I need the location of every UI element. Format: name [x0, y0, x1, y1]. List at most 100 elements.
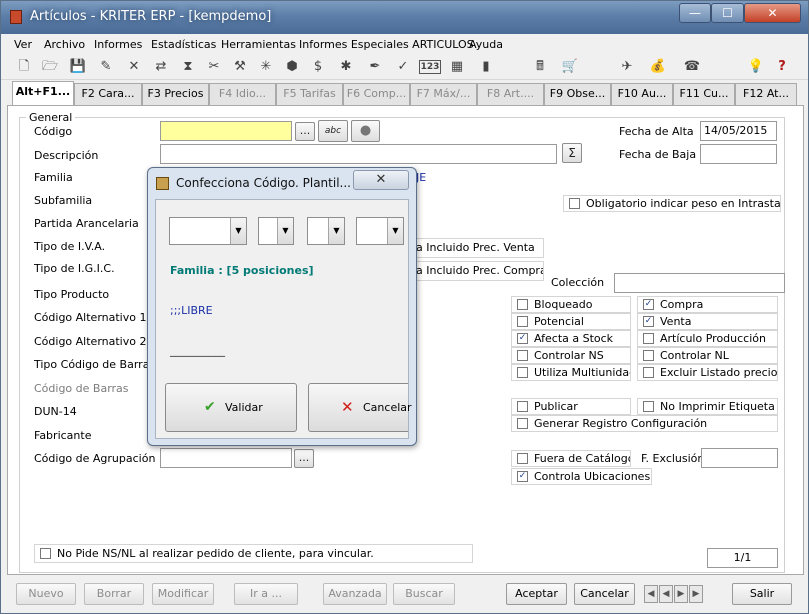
last-record-icon[interactable]: ▶	[689, 585, 703, 603]
numeric-icon[interactable]: 123	[419, 60, 441, 74]
chevron-down-icon[interactable]: ▼	[230, 218, 246, 244]
potencial-checkbox[interactable]: Potencial	[511, 313, 631, 330]
cancelar-button[interactable]: Cancelar	[574, 583, 635, 605]
controlar-nl-checkbox[interactable]: Controlar NL	[637, 347, 778, 364]
multiunidad-box[interactable]	[517, 367, 528, 378]
menu-ayuda[interactable]: Ayuda	[469, 38, 503, 51]
publicar-checkbox[interactable]: Publicar	[511, 398, 631, 415]
generar-registro-checkbox[interactable]: Generar Registro Configuración	[511, 415, 778, 432]
articulo-produccion-box[interactable]	[643, 333, 654, 344]
phone-icon[interactable]: ☎	[683, 58, 701, 76]
excluir-listado-box[interactable]	[643, 367, 654, 378]
maximize-button[interactable]: ☐	[711, 3, 744, 23]
title-bar[interactable]: Artículos - KRITER ERP - [kempdemo] — ☐ …	[1, 1, 808, 34]
money-bag-icon[interactable]: 💰	[649, 58, 667, 76]
filter-icon[interactable]: ✳	[257, 58, 275, 76]
no-pide-ns-checkbox[interactable]: No Pide NS/NL al realizar pedido de clie…	[34, 544, 473, 563]
lightbulb-icon[interactable]: 💡	[747, 58, 765, 76]
validar-button[interactable]: ✔ Validar	[165, 383, 297, 432]
menu-informes[interactable]: Informes	[94, 38, 142, 51]
descripcion-input[interactable]	[160, 144, 557, 164]
tab-cuentas[interactable]: F11 Cu...	[673, 83, 735, 105]
delete-icon[interactable]: ✕	[125, 58, 143, 76]
bloqueado-checkbox[interactable]: Bloqueado	[511, 296, 631, 313]
tab-general[interactable]: Alt+F1...	[12, 81, 74, 105]
buscar-button[interactable]: Buscar	[393, 583, 455, 605]
cod-agrupacion-input[interactable]	[160, 448, 292, 468]
checklist-icon[interactable]: ✓	[394, 58, 412, 76]
modificar-button[interactable]: Modificar	[152, 583, 214, 605]
minimize-button[interactable]: —	[679, 3, 711, 23]
no-imprimir-etiqueta-checkbox[interactable]: No Imprimir Etiqueta	[637, 398, 778, 415]
coleccion-input[interactable]	[614, 273, 785, 293]
open-folder-icon[interactable]: 🗁	[41, 58, 59, 76]
menu-archivo[interactable]: Archivo	[44, 38, 85, 51]
menu-ver[interactable]: Ver	[14, 38, 32, 51]
segment-combo-3[interactable]: ▼	[307, 217, 345, 245]
afecta-stock-checkbox[interactable]: ✓ Afecta a Stock	[511, 330, 631, 347]
plane-icon[interactable]: ✈	[618, 58, 636, 76]
fuera-catalogo-box[interactable]	[517, 453, 528, 464]
controlar-ns-checkbox[interactable]: Controlar NS	[511, 347, 631, 364]
afecta-stock-box[interactable]: ✓	[517, 333, 528, 344]
codigo-lookup-button[interactable]: ...	[295, 122, 315, 141]
cod-agrupacion-lookup-button[interactable]: ...	[294, 449, 314, 468]
tab-observaciones[interactable]: F9 Obse...	[544, 83, 611, 105]
new-icon[interactable]: 🗋	[15, 58, 33, 76]
dialog-cancelar-button[interactable]: ✕ Cancelar	[308, 383, 412, 432]
venta-box[interactable]: ✓	[643, 316, 654, 327]
compra-checkbox[interactable]: ✓ Compra	[637, 296, 778, 313]
articulo-produccion-checkbox[interactable]: Artículo Producción	[637, 330, 778, 347]
help-icon[interactable]: ?	[773, 58, 791, 76]
codigo-template-button[interactable]: abc	[318, 120, 348, 142]
sigma-button[interactable]: Σ	[562, 143, 582, 163]
salir-button[interactable]: Salir	[732, 583, 792, 605]
chevron-down-icon[interactable]: ▼	[277, 218, 293, 244]
fecha-alta-input[interactable]: 14/05/2015	[700, 121, 777, 141]
hourglass-icon[interactable]: ⧗	[179, 58, 197, 76]
multiunidad-checkbox[interactable]: Utiliza Multiunidad	[511, 364, 631, 381]
dollar-icon[interactable]: $	[309, 58, 327, 76]
nuevo-button[interactable]: Nuevo	[16, 583, 76, 605]
first-record-icon[interactable]: ◀	[644, 585, 658, 603]
controlar-ns-box[interactable]	[517, 350, 528, 361]
chevron-down-icon[interactable]: ▼	[387, 218, 403, 244]
chevron-down-icon[interactable]: ▼	[328, 218, 344, 244]
segment-combo-4[interactable]: ▼	[356, 217, 404, 245]
borrar-button[interactable]: Borrar	[84, 583, 144, 605]
publicar-box[interactable]	[517, 401, 528, 412]
potencial-box[interactable]	[517, 316, 528, 327]
fuera-catalogo-checkbox[interactable]: Fuera de Catálogo	[511, 450, 631, 467]
close-button[interactable]: ✕	[744, 3, 801, 23]
ir-a-button[interactable]: Ir a ...	[234, 583, 298, 605]
tab-atributos[interactable]: F12 At...	[735, 83, 797, 105]
pen-icon[interactable]: ✒	[366, 58, 384, 76]
calculator-icon[interactable]: 🖩	[531, 58, 549, 76]
menu-herramientas[interactable]: Herramientas	[221, 38, 296, 51]
swap-icon[interactable]: ⇄	[152, 58, 170, 76]
no-pide-ns-box[interactable]	[40, 548, 51, 559]
box-icon[interactable]: ⬢	[283, 58, 301, 76]
segment-combo-2[interactable]: ▼	[258, 217, 294, 245]
segment-combo-1[interactable]: ▼	[169, 217, 247, 245]
controla-ubicaciones-box[interactable]: ✓	[517, 471, 528, 482]
obligatorio-checkbox-box[interactable]	[569, 198, 580, 209]
tools-icon[interactable]: ⚒	[231, 58, 249, 76]
no-imprimir-box[interactable]	[643, 401, 654, 412]
next-record-icon[interactable]: ▶	[674, 585, 688, 603]
tab-caracteristicas[interactable]: F2 Cara...	[74, 83, 142, 105]
generar-registro-box[interactable]	[517, 418, 528, 429]
codigo-input[interactable]	[160, 121, 292, 141]
bar-chart-icon[interactable]: ▮	[477, 58, 495, 76]
menu-estadisticas[interactable]: Estadísticas	[151, 38, 216, 51]
prev-record-icon[interactable]: ◀	[659, 585, 673, 603]
controla-ubicaciones-checkbox[interactable]: ✓ Controla Ubicaciones	[511, 468, 652, 485]
obligatorio-peso-checkbox[interactable]: Obligatorio indicar peso en Intrastat	[563, 195, 781, 212]
menu-informes-especiales[interactable]: Informes Especiales ARTICULOS	[299, 38, 474, 51]
tab-auditoria[interactable]: F10 Au...	[611, 83, 673, 105]
fecha-baja-input[interactable]	[700, 144, 777, 164]
aceptar-button[interactable]: Aceptar	[506, 583, 567, 605]
controlar-nl-box[interactable]	[643, 350, 654, 361]
bloqueado-box[interactable]	[517, 299, 528, 310]
dialog-close-button[interactable]: ✕	[353, 170, 409, 190]
